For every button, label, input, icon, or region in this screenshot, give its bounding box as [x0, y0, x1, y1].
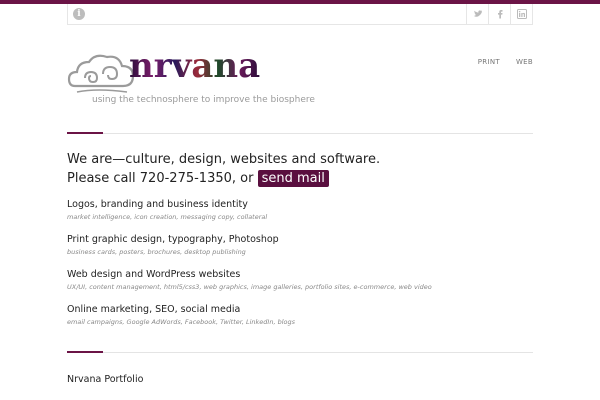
logo-wordmark: nrvana: [129, 46, 261, 86]
service-item: Logos, branding and business identity ma…: [67, 198, 533, 222]
services-list: Logos, branding and business identity ma…: [67, 198, 533, 338]
twitter-icon[interactable]: [466, 4, 488, 25]
divider-accent: [67, 132, 103, 134]
logo[interactable]: nrvana using the technosphere to improve…: [67, 46, 315, 112]
top-bar: i: [67, 4, 533, 25]
service-item: Online marketing, SEO, social media emai…: [67, 303, 533, 327]
divider: [67, 351, 533, 353]
divider: [67, 132, 533, 134]
main-nav: PRINT WEB: [478, 58, 533, 66]
linkedin-icon[interactable]: [510, 4, 532, 25]
intro-line-2: Please call 720-275-1350, or send mail: [67, 169, 380, 188]
cloud-icon: [67, 54, 135, 93]
logo-tagline: using the technosphere to improve the bi…: [92, 95, 315, 105]
service-subtitle: UX/UI, content management, html5/css3, w…: [67, 283, 432, 291]
nav-item-web[interactable]: WEB: [516, 58, 533, 66]
facebook-icon[interactable]: [488, 4, 510, 25]
service-title: Web design and WordPress websites: [67, 269, 241, 280]
service-subtitle: email campaigns, Google AdWords, Faceboo…: [67, 318, 296, 326]
service-item: Print graphic design, typography, Photos…: [67, 233, 533, 257]
service-title: Online marketing, SEO, social media: [67, 304, 241, 315]
service-title: Print graphic design, typography, Photos…: [67, 234, 279, 245]
service-subtitle: business cards, posters, brochures, desk…: [67, 248, 246, 256]
send-mail-button[interactable]: send mail: [257, 170, 329, 187]
intro-line-1: We are—culture, design, websites and sof…: [67, 152, 381, 167]
intro-text: We are—culture, design, websites and sof…: [67, 150, 380, 188]
intro-phone-text: Please call 720-275-1350, or: [67, 171, 254, 186]
portfolio-heading[interactable]: Nrvana Portfolio: [67, 374, 143, 385]
nav-item-print[interactable]: PRINT: [478, 58, 500, 66]
service-item: Web design and WordPress websites UX/UI,…: [67, 268, 533, 292]
service-subtitle: market intelligence, icon creation, mess…: [67, 213, 268, 221]
service-title: Logos, branding and business identity: [67, 199, 248, 210]
info-icon[interactable]: i: [73, 8, 85, 20]
divider-accent: [67, 351, 103, 353]
